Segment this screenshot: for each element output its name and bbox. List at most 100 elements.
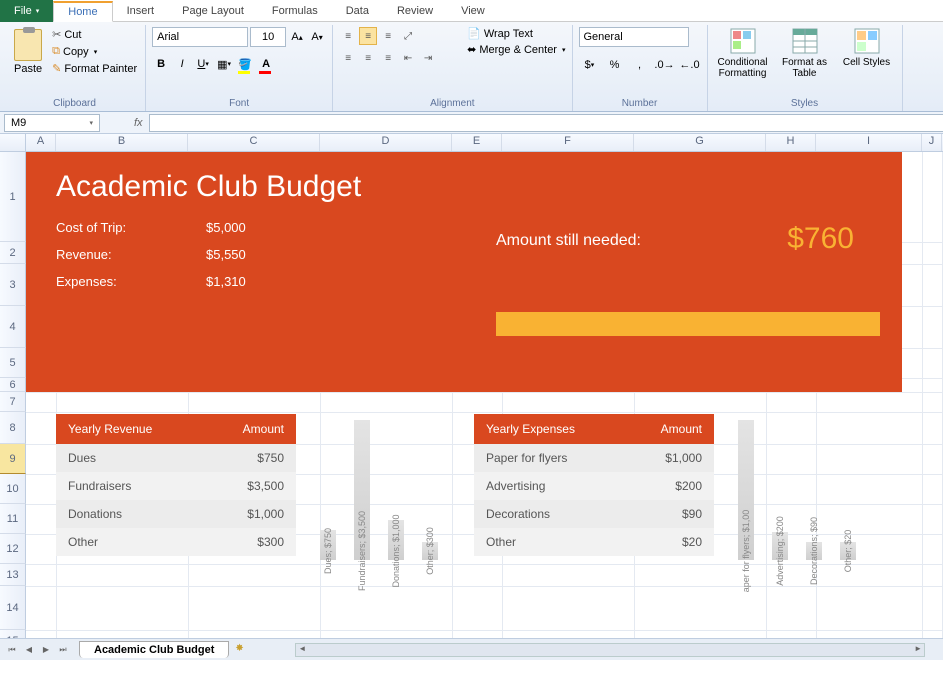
row-value: $300: [224, 535, 284, 549]
row-header-12[interactable]: 12: [0, 534, 26, 564]
tab-home[interactable]: Home: [53, 1, 112, 22]
table-row[interactable]: Fundraisers$3,500: [56, 472, 296, 500]
table-row[interactable]: Donations$1,000: [56, 500, 296, 528]
table-icon: [791, 27, 819, 55]
tab-data[interactable]: Data: [332, 2, 383, 20]
col-header-G[interactable]: G: [634, 134, 766, 151]
row-header-3[interactable]: 3: [0, 264, 26, 306]
font-size-select[interactable]: [250, 27, 286, 47]
tab-insert[interactable]: Insert: [113, 2, 169, 20]
first-sheet-button[interactable]: ⏮: [4, 642, 20, 658]
conditional-formatting-button[interactable]: Conditional Formatting: [714, 27, 772, 79]
table-row[interactable]: Dues$750: [56, 444, 296, 472]
row-value: $20: [642, 535, 702, 549]
sheet-tab[interactable]: Academic Club Budget: [79, 641, 229, 658]
shrink-font-button[interactable]: A▾: [308, 28, 326, 46]
row-header-6[interactable]: 6: [0, 378, 26, 392]
format-painter-button[interactable]: ✎Format Painter: [50, 61, 139, 76]
col-header-B[interactable]: B: [56, 134, 188, 151]
row-header-10[interactable]: 10: [0, 474, 26, 504]
tab-page-layout[interactable]: Page Layout: [168, 2, 258, 20]
increase-decimal-button[interactable]: .0→: [654, 55, 676, 75]
progress-bar: [496, 312, 880, 336]
formula-input[interactable]: [149, 114, 943, 132]
bold-button[interactable]: B: [152, 55, 170, 73]
horizontal-scrollbar[interactable]: [295, 643, 925, 657]
align-left-button[interactable]: ≡: [339, 49, 357, 67]
border-button[interactable]: ▦▾: [215, 55, 233, 73]
file-tab[interactable]: File: [0, 0, 53, 22]
row-header-4[interactable]: 4: [0, 306, 26, 348]
col-header-E[interactable]: E: [452, 134, 502, 151]
row-header-11[interactable]: 11: [0, 504, 26, 534]
col-header-J[interactable]: J: [922, 134, 942, 151]
row-header-8[interactable]: 8: [0, 412, 26, 444]
tab-formulas[interactable]: Formulas: [258, 2, 332, 20]
table-row[interactable]: Decorations$90: [474, 500, 714, 528]
accounting-format-button[interactable]: $▾: [579, 55, 601, 75]
col-header-D[interactable]: D: [320, 134, 452, 151]
select-all-corner[interactable]: [0, 134, 26, 151]
font-name-select[interactable]: [152, 27, 248, 47]
grow-font-button[interactable]: A▴: [288, 28, 306, 46]
fx-icon[interactable]: fx: [134, 117, 143, 129]
row-header-7[interactable]: 7: [0, 392, 26, 412]
next-sheet-button[interactable]: ▶: [38, 642, 54, 658]
revenue-value: $5,550: [206, 247, 316, 262]
table-row[interactable]: Advertising$200: [474, 472, 714, 500]
tab-review[interactable]: Review: [383, 2, 447, 20]
decrease-decimal-button[interactable]: ←.0: [679, 55, 701, 75]
decrease-indent-button[interactable]: ⇤: [399, 49, 417, 67]
cut-button[interactable]: ✂Cut: [50, 27, 139, 42]
merge-center-button[interactable]: ⬌Merge & Center▾: [467, 43, 565, 56]
table-row[interactable]: Other$20: [474, 528, 714, 556]
formula-bar: M9 fx: [0, 112, 943, 134]
align-center-button[interactable]: ≡: [359, 49, 377, 67]
col-header-H[interactable]: H: [766, 134, 816, 151]
col-header-I[interactable]: I: [816, 134, 922, 151]
bar-label: Decorations; $90: [809, 517, 819, 585]
table-row[interactable]: Other$300: [56, 528, 296, 556]
comma-format-button[interactable]: ,: [629, 55, 651, 75]
italic-button[interactable]: I: [173, 55, 191, 73]
cell-styles-button[interactable]: Cell Styles: [838, 27, 896, 68]
number-format-select[interactable]: [579, 27, 689, 47]
copy-button[interactable]: ⧉Copy▾: [50, 44, 139, 59]
row-header-13[interactable]: 13: [0, 564, 26, 586]
group-number: $▾ % , .0→ ←.0 Number: [573, 25, 708, 111]
row-header-2[interactable]: 2: [0, 242, 26, 264]
wrap-text-button[interactable]: 📄Wrap Text: [467, 27, 565, 40]
col-header-A[interactable]: A: [26, 134, 56, 151]
cut-label: Cut: [64, 29, 81, 41]
align-right-button[interactable]: ≡: [379, 49, 397, 67]
increase-indent-button[interactable]: ⇥: [419, 49, 437, 67]
align-middle-button[interactable]: ≡: [359, 27, 377, 45]
table-row[interactable]: Paper for flyers$1,000: [474, 444, 714, 472]
format-as-table-button[interactable]: Format as Table: [776, 27, 834, 79]
cells-area[interactable]: Academic Club Budget Cost of Trip:$5,000…: [26, 152, 943, 392]
orientation-button[interactable]: ⤢: [399, 27, 417, 45]
ribbon-tab-strip: File Home Insert Page Layout Formulas Da…: [0, 0, 943, 22]
col-header-F[interactable]: F: [502, 134, 634, 151]
prev-sheet-button[interactable]: ◀: [21, 642, 37, 658]
row-header-9[interactable]: 9: [0, 444, 26, 474]
row-header-5[interactable]: 5: [0, 348, 26, 378]
row-header-1[interactable]: 1: [0, 152, 26, 242]
tab-view[interactable]: View: [447, 2, 499, 20]
last-sheet-button[interactable]: ⏭: [55, 642, 71, 658]
name-box[interactable]: M9: [4, 114, 100, 132]
align-top-button[interactable]: ≡: [339, 27, 357, 45]
percent-format-button[interactable]: %: [604, 55, 626, 75]
row-header-14[interactable]: 14: [0, 586, 26, 630]
col-header-C[interactable]: C: [188, 134, 320, 151]
new-sheet-button[interactable]: ✸: [235, 643, 255, 657]
fill-color-button[interactable]: 🪣: [236, 55, 254, 73]
paste-icon: [14, 29, 42, 61]
align-bottom-button[interactable]: ≡: [379, 27, 397, 45]
row-label: Other: [68, 535, 224, 549]
font-color-button[interactable]: A: [257, 55, 275, 73]
row-value: $200: [642, 479, 702, 493]
paste-button[interactable]: Paste: [10, 27, 46, 77]
bar-label: aper for flyers; $1,00: [741, 510, 751, 593]
underline-button[interactable]: U▾: [194, 55, 212, 73]
